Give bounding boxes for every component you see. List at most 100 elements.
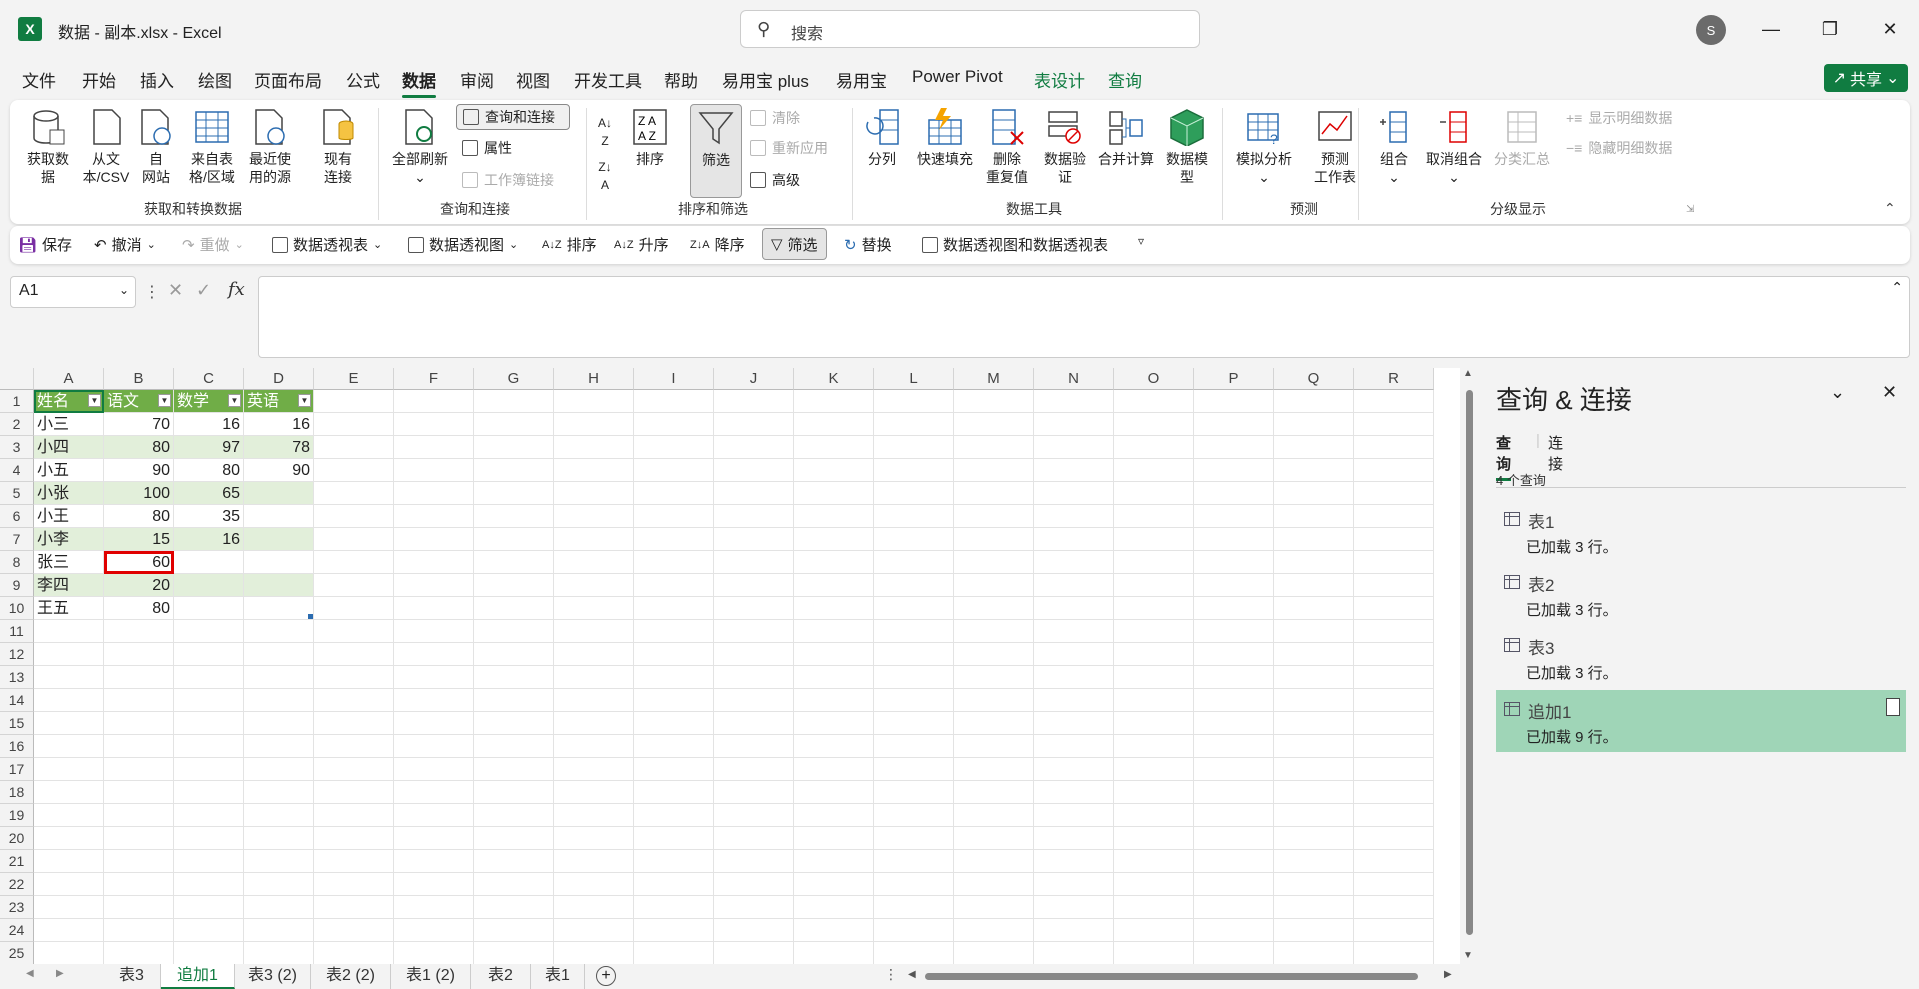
cell[interactable] [1274,620,1354,643]
column-header[interactable]: L [874,368,954,390]
tab-page-layout[interactable]: 页面布局 [254,67,322,92]
cell[interactable] [314,528,394,551]
table-header-cell[interactable]: 姓名 ▼ [34,390,104,413]
cell[interactable] [794,735,874,758]
cell[interactable] [104,804,174,827]
cell[interactable] [174,666,244,689]
cell[interactable] [1354,482,1434,505]
sheet-tab[interactable]: 表3 [103,964,161,989]
table-cell[interactable]: 小张 [34,482,104,505]
cell[interactable] [474,758,554,781]
row-header[interactable]: 20 [0,827,34,850]
cell[interactable] [1354,804,1434,827]
column-header[interactable]: M [954,368,1034,390]
cell[interactable] [634,436,714,459]
table-cell[interactable]: 65 [174,482,244,505]
cell[interactable] [474,620,554,643]
hide-detail-button[interactable]: −≡ 隐藏明细数据 [1566,138,1672,158]
cell[interactable] [874,643,954,666]
save-button[interactable]: 💾︎ 保存 [18,234,72,255]
cell[interactable] [34,827,104,850]
cell[interactable] [394,505,474,528]
cell[interactable] [34,735,104,758]
tab-review[interactable]: 审阅 [460,67,494,92]
tab-connections[interactable]: 连接 [1548,432,1563,474]
table-cell[interactable]: 90 [244,459,314,482]
cell[interactable] [874,436,954,459]
tab-insert[interactable]: 插入 [140,67,174,92]
cell[interactable] [314,804,394,827]
cell[interactable] [554,689,634,712]
row-header[interactable]: 23 [0,896,34,919]
table-cell[interactable]: 70 [104,413,174,436]
cell[interactable] [1114,505,1194,528]
sheet-tab[interactable]: 表2 [471,964,531,989]
row-header[interactable]: 1 [0,390,34,413]
cell[interactable] [394,574,474,597]
cell[interactable] [174,781,244,804]
close-icon[interactable]: ✕ [1870,14,1910,44]
cell[interactable] [314,482,394,505]
cell[interactable] [794,482,874,505]
cell[interactable] [794,919,874,942]
cell[interactable] [314,436,394,459]
cell[interactable] [474,919,554,942]
cell[interactable] [174,804,244,827]
cell[interactable] [714,436,794,459]
cell[interactable] [1194,850,1274,873]
pivot-table-button[interactable]: 数据透视表 ⌄ [272,234,382,255]
cell[interactable] [874,528,954,551]
advanced-filter-button[interactable]: 高级 [750,170,800,190]
cell[interactable] [1274,597,1354,620]
cell[interactable] [794,827,874,850]
cell[interactable] [314,919,394,942]
cell[interactable] [474,528,554,551]
cell[interactable] [1194,781,1274,804]
cell[interactable] [874,942,954,965]
cell[interactable] [1114,735,1194,758]
cell[interactable] [1114,551,1194,574]
cell[interactable] [874,712,954,735]
cell[interactable] [714,620,794,643]
cell[interactable] [394,896,474,919]
cell[interactable] [1354,781,1434,804]
filter-dropdown-icon[interactable]: ▼ [228,394,241,407]
sheet-tab[interactable]: 追加1 [161,964,235,989]
cell[interactable] [314,505,394,528]
customize-toolbar-icon[interactable]: ▿ [1138,234,1144,248]
cell[interactable] [634,620,714,643]
cell[interactable] [954,873,1034,896]
cell[interactable] [1114,459,1194,482]
cell[interactable] [954,390,1034,413]
column-header[interactable]: H [554,368,634,390]
cell[interactable] [104,942,174,965]
table-cell[interactable] [244,551,314,574]
cell[interactable] [1114,942,1194,965]
filter-button[interactable]: 筛选 [690,104,742,198]
cell[interactable] [474,390,554,413]
scroll-up-icon[interactable]: ▲ [1463,368,1473,379]
cell[interactable] [34,620,104,643]
cell[interactable] [634,942,714,965]
cell[interactable] [1194,528,1274,551]
from-web-button[interactable]: 自 网站 [136,108,176,186]
cell[interactable] [244,712,314,735]
replace-button[interactable]: ↻ 替换 [844,234,892,255]
cell[interactable] [1034,689,1114,712]
cell[interactable] [634,551,714,574]
cell[interactable] [34,942,104,965]
cell[interactable] [1354,942,1434,965]
cell[interactable] [104,827,174,850]
cell[interactable] [394,919,474,942]
cell[interactable] [314,597,394,620]
cell[interactable] [1194,413,1274,436]
cell[interactable] [874,390,954,413]
table-cell[interactable]: 小四 [34,436,104,459]
cell[interactable] [1114,436,1194,459]
sheet-tab[interactable]: 表1 [531,964,585,989]
more-options-icon[interactable]: ⋮ [884,966,898,983]
cell[interactable] [1034,850,1114,873]
cell[interactable] [1034,919,1114,942]
query-item[interactable]: 表2 已加载 3 行。 [1496,563,1906,625]
cell[interactable] [104,712,174,735]
